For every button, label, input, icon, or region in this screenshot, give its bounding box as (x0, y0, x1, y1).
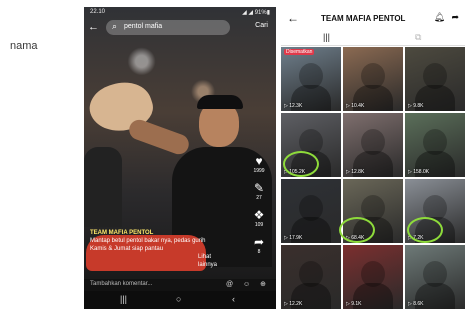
caption-line-2: Kamis & Jumat siap pantau (90, 246, 164, 252)
like-button[interactable]: ♥ 1999 (247, 155, 271, 174)
share-icon[interactable]: ➦ (451, 12, 459, 23)
comment-bar[interactable]: Tambahkan komentar... @ ☺ ⊕ (84, 279, 276, 291)
highlight-circle (283, 151, 319, 177)
android-nav-bar: ||| ○ ‹ (84, 291, 276, 309)
recent-apps-icon[interactable]: ||| (120, 294, 127, 304)
share-icon: ➦ (253, 235, 265, 249)
video-thumbnail[interactable]: ▷ 17.9K (281, 179, 341, 243)
view-count: ▷ 8.6K (408, 301, 424, 307)
video-thumbnail[interactable]: Disematkan ▷ 12.3K (281, 47, 341, 111)
side-label: nama (10, 40, 38, 52)
action-rail: ♥ 1999 ✎ 27 ❖ 109 ➦ 8 (247, 155, 271, 263)
status-icons: ◢ ◢ 91%▮ (242, 10, 270, 16)
profile-tabs: ||| ⧉ (281, 31, 465, 46)
save-count: 109 (254, 222, 264, 228)
profile-header: ← TEAM MAFIA PENTOL 🔔︎ ➦ (281, 7, 465, 31)
bell-icon[interactable]: 🔔︎ (434, 12, 445, 23)
video-thumbnail[interactable]: ▷ 9.1K (343, 245, 403, 309)
see-more-link[interactable]: Lihat lainnya (198, 253, 230, 269)
comment-input[interactable]: Tambahkan komentar... (90, 281, 152, 287)
view-count: ▷ 12.3K (284, 103, 303, 109)
highlight-circle (407, 217, 443, 243)
caption-username[interactable]: TEAM MAFIA PENTOL (90, 229, 230, 237)
share-button[interactable]: ➦ 8 (247, 236, 271, 255)
back-arrow-icon[interactable]: ← (88, 21, 99, 33)
highlight-circle (339, 217, 375, 243)
back-nav-icon[interactable]: ‹ (232, 294, 235, 304)
save-button[interactable]: ❖ 109 (247, 209, 271, 228)
video-grid: Disematkan ▷ 12.3K ▷ 10.4K ▷ 9.8K ▷ 105.2… (281, 47, 465, 309)
video-thumbnail[interactable]: ▷ 9.8K (405, 47, 465, 111)
view-count: ▷ 12.8K (346, 169, 365, 175)
heart-icon: ♥ (255, 154, 263, 168)
comment-count: 27 (256, 195, 262, 201)
back-arrow-icon[interactable]: ← (287, 11, 299, 25)
view-count: ▷ 12.2K (284, 301, 303, 307)
comment-tool-icons[interactable]: @ ☺ ⊕ (226, 280, 270, 288)
tab-reposts[interactable]: ⧉ (415, 32, 421, 43)
search-query: pentol mafia (124, 23, 163, 30)
like-count: 1999 (253, 168, 265, 174)
home-icon[interactable]: ○ (176, 294, 181, 304)
view-count: ▷ 10.4K (346, 103, 365, 109)
video-caption: TEAM MAFIA PENTOL Mantap betul pentol ba… (90, 229, 230, 268)
caption-line-1: Mantap betul pentol bakar nya, pedas gur… (90, 238, 206, 244)
bookmark-icon: ❖ (253, 208, 265, 222)
view-count: ▷ 17.9K (284, 235, 303, 241)
search-icon: ⌕ (112, 21, 118, 31)
tab-videos[interactable]: ||| (323, 32, 330, 42)
profile-screen: ← TEAM MAFIA PENTOL 🔔︎ ➦ ||| ⧉ Disematka… (281, 7, 465, 309)
video-player-screen[interactable]: 22.10 ◢ ◢ 91%▮ ← ⌕ pentol mafia Cari ♥ 1… (84, 7, 276, 309)
video-thumbnail[interactable]: ▷ 12.8K (343, 113, 403, 177)
video-thumbnail[interactable]: ▷ 12.2K (281, 245, 341, 309)
status-time: 22.10 (90, 9, 106, 15)
video-thumbnail[interactable]: ▷ 10.4K (343, 47, 403, 111)
background-person (84, 147, 122, 227)
share-count: 8 (257, 249, 261, 255)
view-count: ▷ 9.1K (346, 301, 362, 307)
search-button[interactable]: Cari (255, 22, 268, 29)
view-count: ▷ 9.8K (408, 103, 424, 109)
video-thumbnail[interactable]: ▷ 158.0K (405, 113, 465, 177)
comment-button[interactable]: ✎ 27 (247, 182, 271, 201)
comment-icon: ✎ (253, 181, 265, 195)
presenter-cap (197, 95, 243, 109)
profile-title: TEAM MAFIA PENTOL (321, 14, 406, 23)
search-input[interactable]: ⌕ pentol mafia (106, 20, 230, 35)
video-thumbnail[interactable]: ▷ 8.6K (405, 245, 465, 309)
pinned-badge: Disematkan (284, 49, 315, 55)
view-count: ▷ 158.0K (408, 169, 430, 175)
